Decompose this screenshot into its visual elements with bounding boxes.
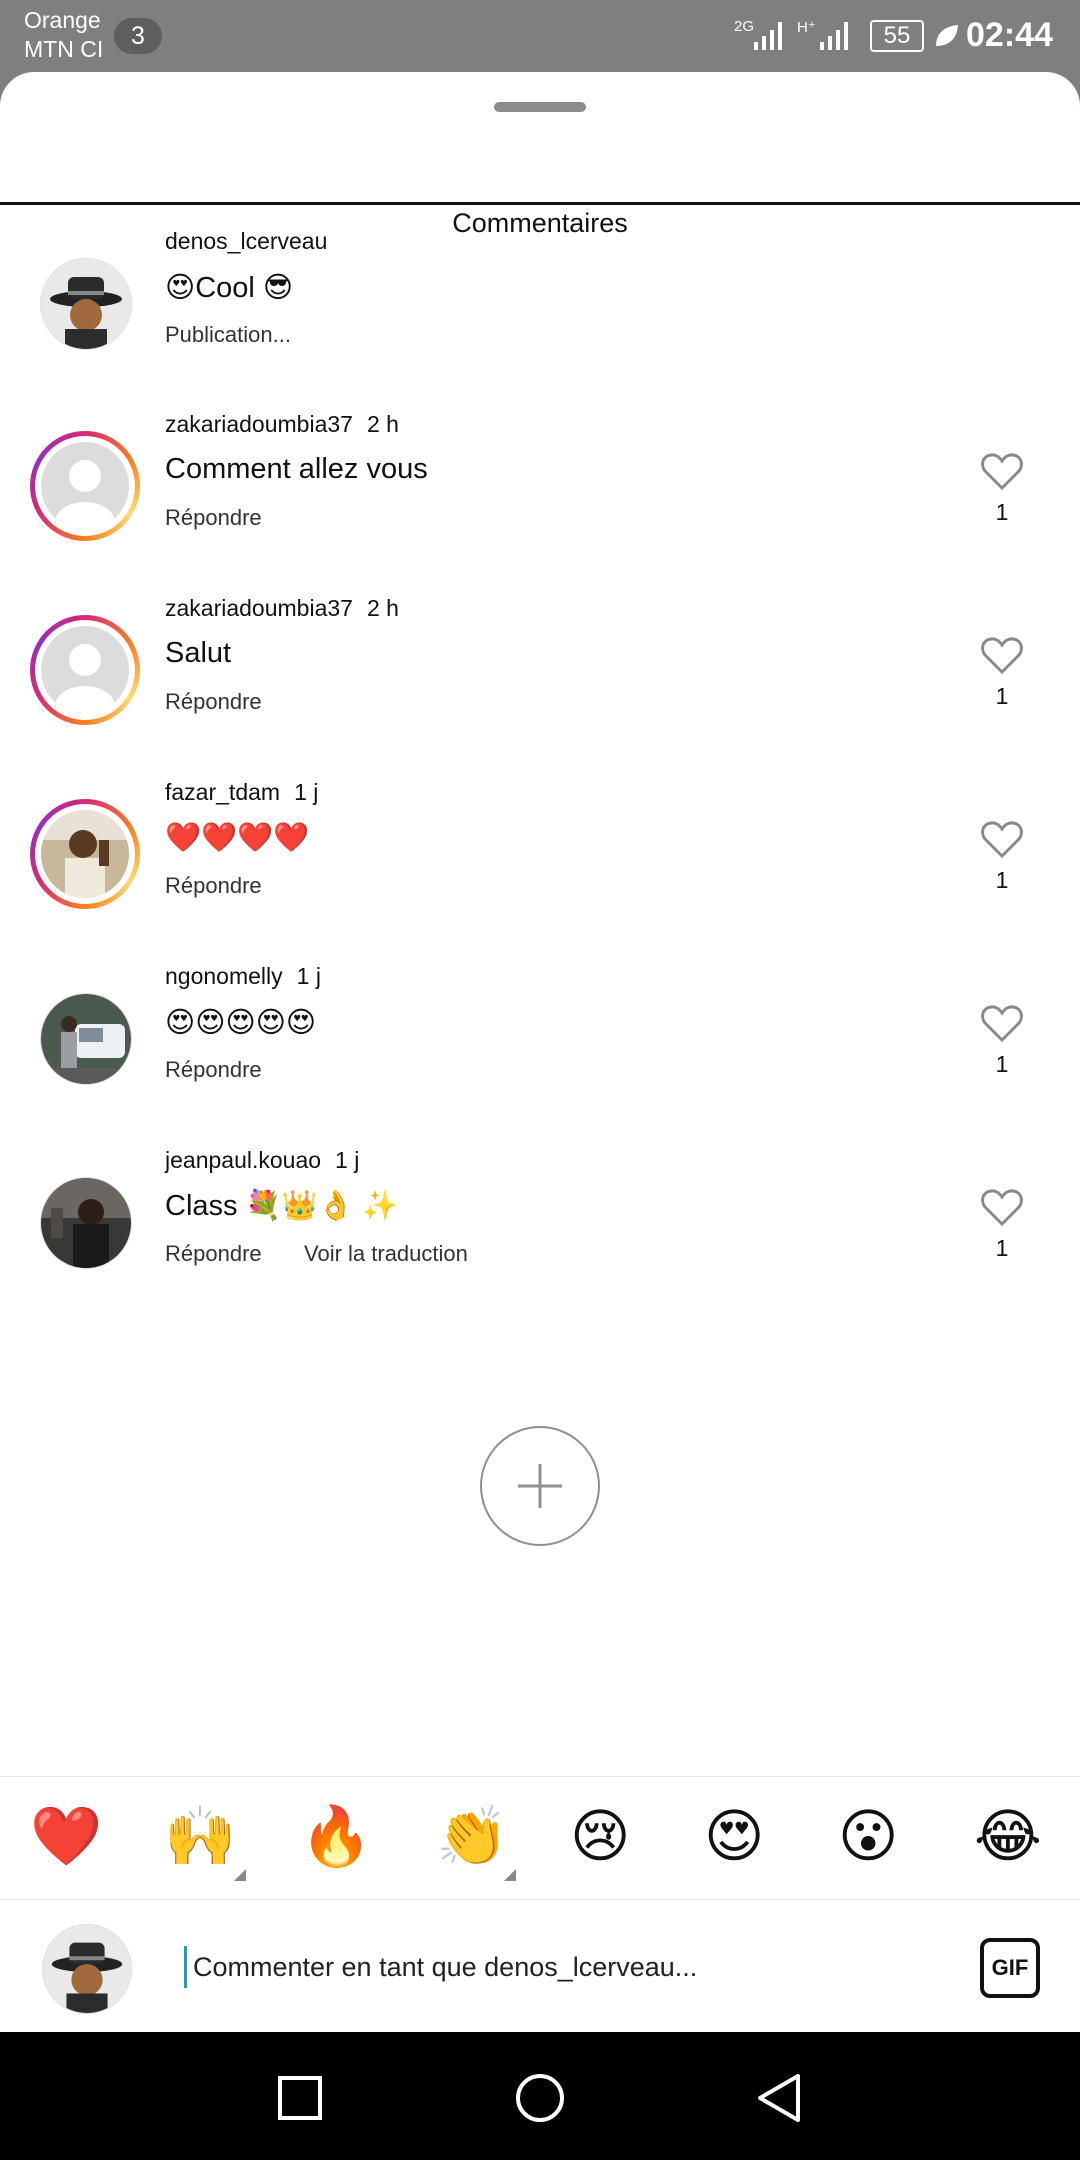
reaction-heart[interactable]: ❤️ [30,1805,102,1869]
comment-text: ❤️❤️❤️❤️ [165,822,310,854]
comment-text: Salut [165,637,232,669]
heart-outline-icon[interactable] [980,1187,1024,1227]
avatar[interactable] [30,615,140,725]
comment-text: 😍😍😍😍😍 [165,1007,317,1039]
reaction-raised-hands[interactable]: 🙌 [164,1805,236,1869]
heart-outline-icon[interactable] [980,451,1024,491]
comment-input[interactable] [184,1946,955,1988]
avatar-image [41,1178,131,1268]
clock: 02:44 [966,16,1053,54]
status-bar: Orange MTN CI 3 2G H⁺ 55 02:44 [0,0,1080,72]
header-divider [0,202,1080,205]
recent-apps-icon[interactable] [272,2070,328,2126]
comment-username[interactable]: zakariadoumbia37 2 h [165,595,399,622]
drag-handle[interactable] [494,102,586,112]
avatar-image [41,994,131,1084]
comment-item: zakariadoumbia37 2 h Salut Répondre 1 [0,587,1080,757]
avatar[interactable] [40,993,132,1085]
comment-time: 2 h [366,411,399,437]
comment-time: 1 j [296,963,321,989]
reply-button[interactable]: Répondre [165,505,262,531]
system-nav-bar [0,2032,1080,2160]
reply-button[interactable]: Répondre [165,1241,262,1267]
avatar[interactable] [40,1177,132,1269]
like-count: 1 [995,499,1009,525]
comment-username[interactable]: fazar_tdam 1 j [165,779,318,806]
comment-time: 1 j [335,1147,360,1173]
caption-meta[interactable]: Publication... [165,322,291,348]
skin-tone-indicator [234,1869,246,1881]
network-type-1: 2G [734,18,755,35]
skin-tone-indicator [504,1869,516,1881]
avatar[interactable] [40,258,132,350]
avatar[interactable] [30,799,140,909]
reaction-fire[interactable]: 🔥 [300,1805,372,1869]
plus-circle-icon [518,1464,562,1508]
heart-outline-icon[interactable] [980,635,1024,675]
carrier-line-1: Orange [24,7,101,33]
signal-icon [820,22,848,50]
like-count: 1 [995,1051,1009,1077]
home-icon[interactable] [512,2070,568,2126]
battery-indicator: 55 [870,20,924,52]
reply-button[interactable]: Répondre [165,689,262,715]
caption-item: denos_lcerveau 😍Cool 😎 Publication... [0,220,1080,390]
like-count: 1 [995,867,1009,893]
comment-item: ngonomelly 1 j 😍😍😍😍😍 Répondre 1 [0,955,1080,1125]
comment-username[interactable]: ngonomelly 1 j [165,963,321,990]
notification-count-badge: 3 [114,18,162,54]
carrier-info: Orange MTN CI [24,6,103,64]
heart-outline-icon[interactable] [980,819,1024,859]
reaction-laughing[interactable]: 😂 [974,1805,1042,1869]
avatar-image [43,1925,131,2013]
gif-button[interactable]: GIF [980,1938,1040,1998]
comment-time: 1 j [294,779,319,805]
like-count: 1 [995,683,1009,709]
heart-outline-icon[interactable] [980,1003,1024,1043]
current-user-avatar [42,1924,132,2014]
network-type-2: H⁺ [797,19,816,36]
comment-item: fazar_tdam 1 j ❤️❤️❤️❤️ Répondre 1 [0,771,1080,941]
comment-composer: GIF [0,1900,1080,2032]
comment-item: jeanpaul.kouao 1 j Class 💐👑👌 ✨ Répondre V… [0,1139,1080,1309]
reaction-heart-eyes[interactable]: 😍 [704,1805,764,1869]
default-avatar-icon [41,626,129,714]
signal-icon [754,22,782,50]
reply-button[interactable]: Répondre [165,873,262,899]
avatar-image [41,810,129,898]
load-more-button[interactable] [480,1426,600,1546]
like-count: 1 [995,1235,1009,1261]
avatar-image [41,259,131,349]
reaction-crying[interactable]: 😢 [570,1805,630,1869]
comment-username[interactable]: jeanpaul.kouao 1 j [165,1147,359,1174]
reply-button[interactable]: Répondre [165,1057,262,1083]
back-icon[interactable] [752,2070,808,2126]
avatar[interactable] [30,431,140,541]
comments-sheet: Commentaires denos_lcerveau 😍Cool 😎 Publ… [0,72,1080,2032]
caption-username[interactable]: denos_lcerveau [165,228,327,255]
comment-time: 2 h [366,595,399,621]
reaction-surprised[interactable]: 😮 [838,1805,898,1869]
quick-reactions-bar: ❤️ 🙌 🔥 👏 😢 😍 😮 😂 [0,1776,1080,1900]
default-avatar-icon [41,442,129,530]
comment-text: Class 💐👑👌 ✨ [165,1190,399,1222]
carrier-line-2: MTN CI [24,36,104,62]
reaction-clapping[interactable]: 👏 [436,1805,508,1869]
caption-text: 😍Cool 😎 [165,272,294,304]
comment-text: Comment allez vous [165,453,428,485]
comment-username[interactable]: zakariadoumbia37 2 h [165,411,399,438]
see-translation-button[interactable]: Voir la traduction [304,1241,468,1267]
leaf-icon [936,25,958,46]
comment-item: zakariadoumbia37 2 h Comment allez vous R… [0,403,1080,573]
